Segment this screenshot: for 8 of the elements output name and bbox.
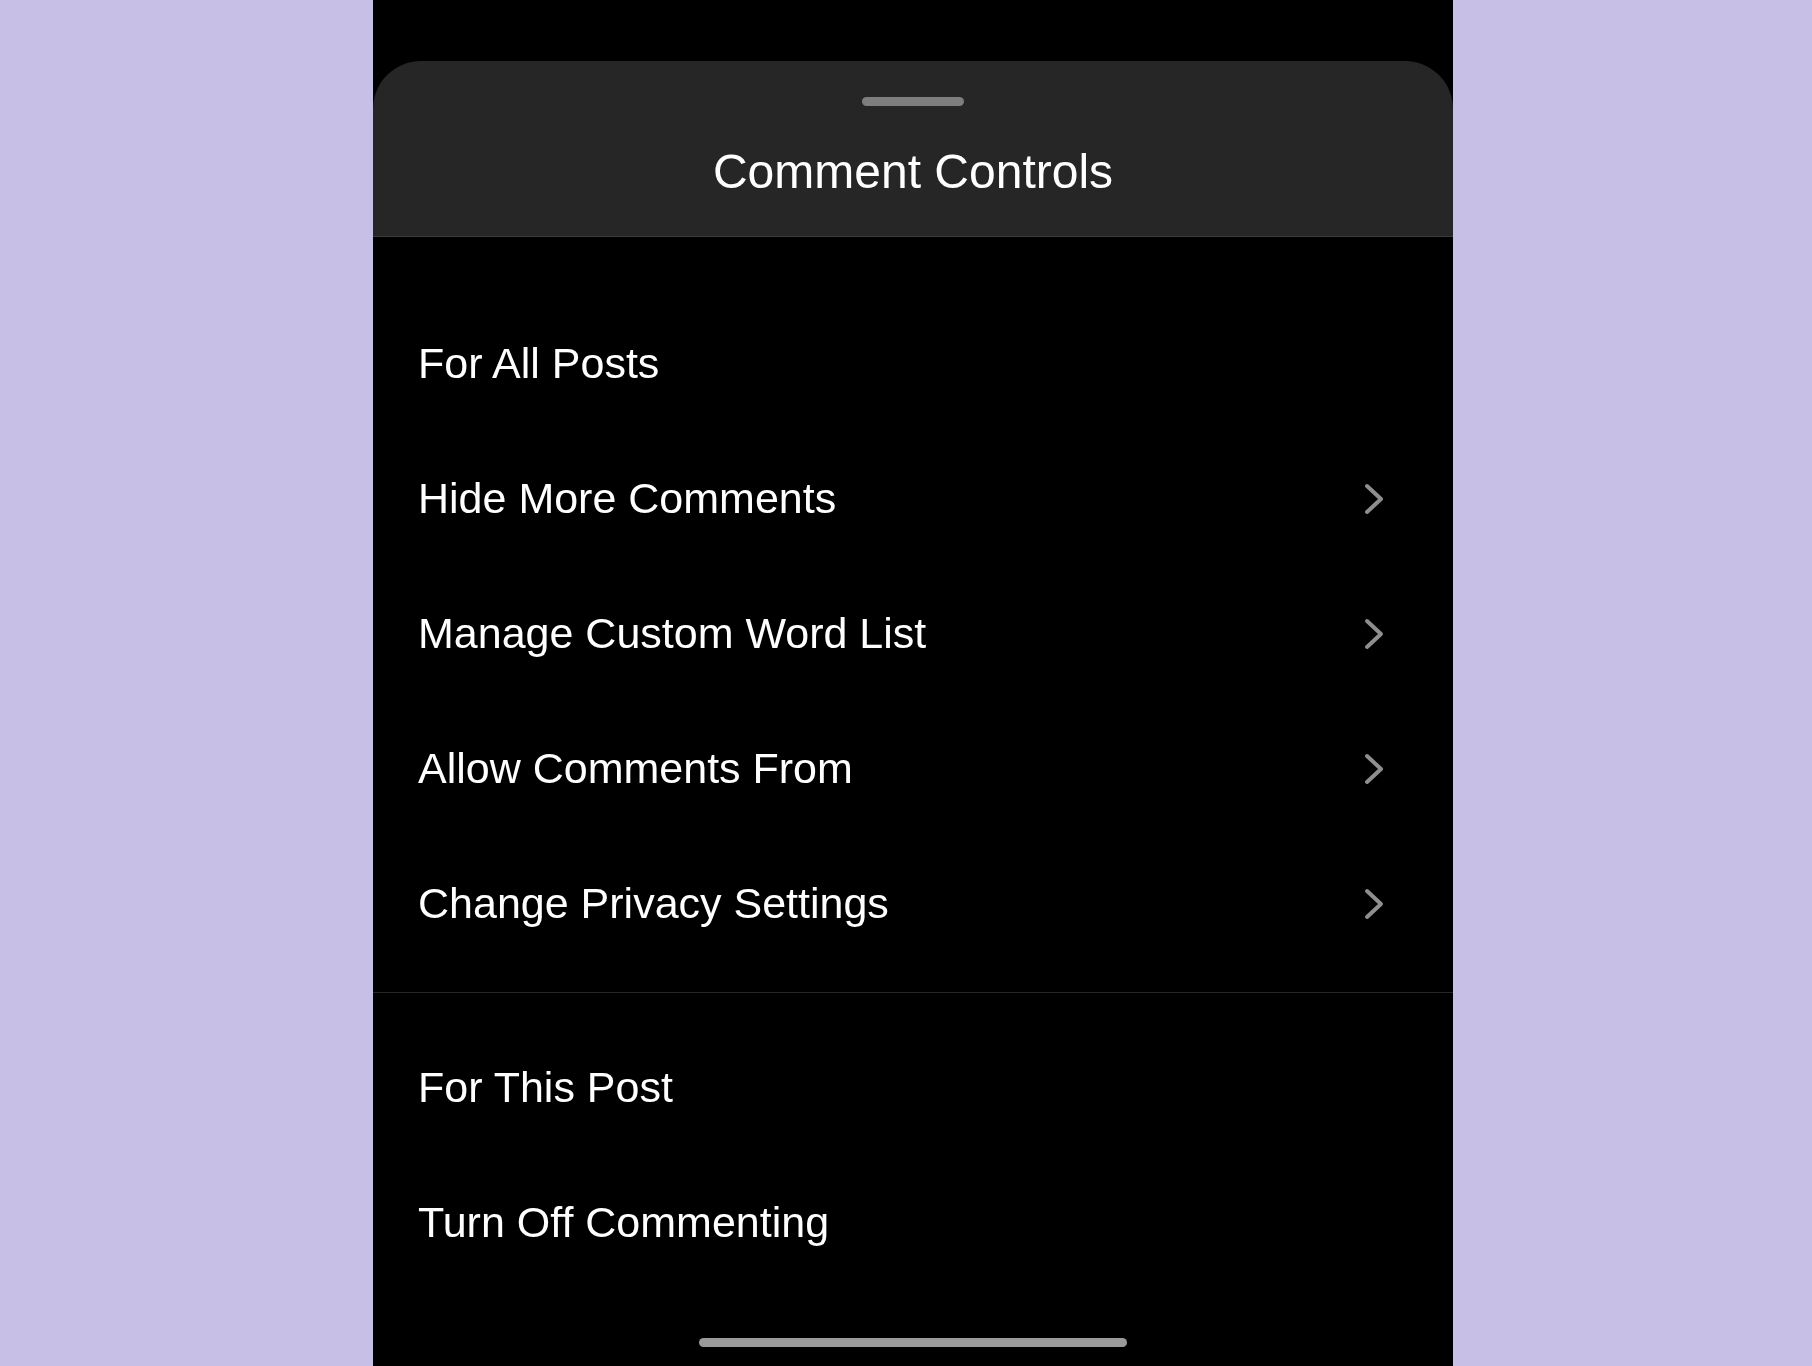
chevron-right-icon: [1363, 887, 1385, 920]
chevron-right-icon: [1363, 617, 1385, 650]
drag-handle[interactable]: [862, 97, 964, 106]
section-heading: For This Post: [418, 1062, 673, 1114]
chevron-right-icon: [1363, 482, 1385, 515]
chevron-right-icon: [1363, 752, 1385, 785]
section-heading: For All Posts: [418, 338, 660, 390]
sheet-title: Comment Controls: [712, 144, 1114, 200]
